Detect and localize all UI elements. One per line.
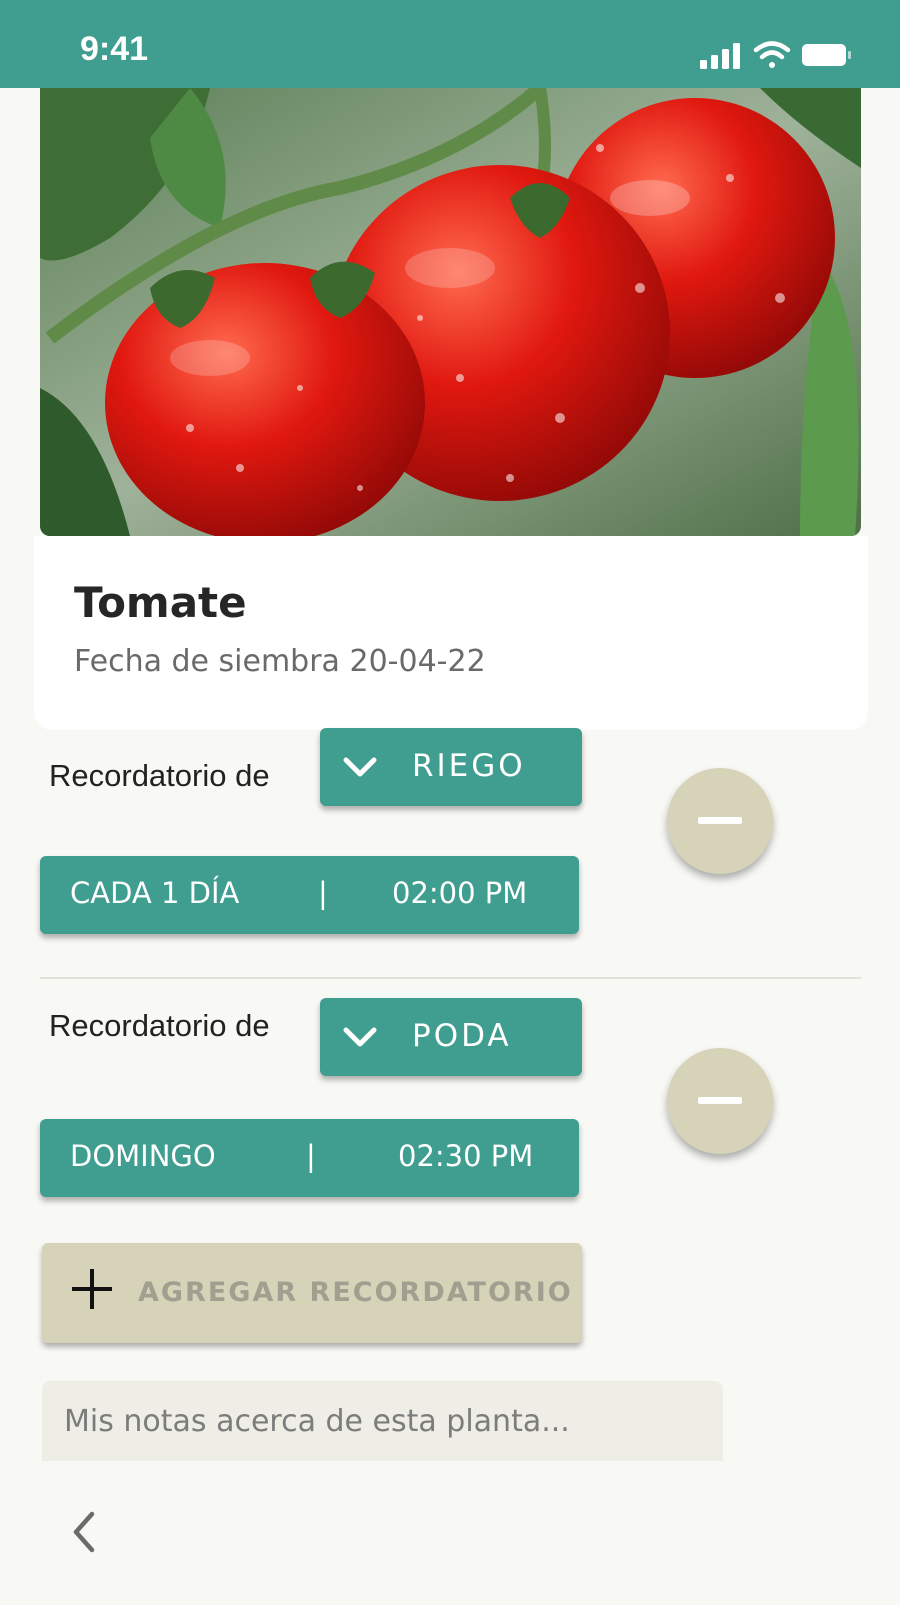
signal-icon bbox=[700, 43, 740, 69]
wifi-icon bbox=[753, 41, 791, 68]
schedule-separator: | bbox=[318, 876, 328, 910]
chevron-down-icon bbox=[343, 757, 377, 777]
status-bar: 9:41 bbox=[0, 0, 900, 88]
sow-date: Fecha de siembra 20-04-22 bbox=[74, 644, 486, 679]
status-icons bbox=[656, 38, 856, 72]
reminder-schedule[interactable]: DOMINGO | 02:30 PM bbox=[40, 1119, 579, 1197]
add-reminder-label: AGREGAR RECORDATORIO bbox=[138, 1277, 573, 1308]
reminder-type-label: PODA bbox=[412, 1018, 512, 1054]
reminder-frequency: CADA 1 DÍA bbox=[70, 876, 240, 910]
back-button[interactable] bbox=[66, 1508, 106, 1556]
plant-photo bbox=[40, 88, 861, 536]
reminder-type-label: RIEGO bbox=[412, 748, 526, 784]
plant-name: Tomate bbox=[74, 578, 247, 627]
status-time: 9:41 bbox=[80, 30, 149, 68]
chevron-down-icon bbox=[343, 1027, 377, 1047]
minus-icon bbox=[698, 1097, 742, 1104]
minus-icon bbox=[698, 817, 742, 824]
back-arrow-icon bbox=[73, 1511, 95, 1553]
plus-icon bbox=[72, 1269, 112, 1309]
remove-reminder-button[interactable] bbox=[667, 1048, 773, 1154]
reminder-label: Recordatorio de bbox=[49, 758, 270, 793]
reminder-label: Recordatorio de bbox=[49, 1008, 270, 1043]
divider bbox=[40, 977, 861, 979]
reminder-time: 02:00 PM bbox=[392, 876, 528, 910]
notes-input[interactable] bbox=[42, 1381, 723, 1461]
reminder-type-dropdown[interactable]: PODA bbox=[320, 998, 582, 1076]
reminder-schedule[interactable]: CADA 1 DÍA | 02:00 PM bbox=[40, 856, 579, 934]
plant-info-card: Tomate Fecha de siembra 20-04-22 bbox=[34, 536, 868, 730]
reminder-time: 02:30 PM bbox=[398, 1139, 534, 1173]
remove-reminder-button[interactable] bbox=[667, 768, 773, 874]
schedule-separator: | bbox=[306, 1139, 316, 1173]
reminder-frequency: DOMINGO bbox=[70, 1139, 216, 1173]
battery-icon bbox=[802, 44, 851, 66]
reminder-type-dropdown[interactable]: RIEGO bbox=[320, 728, 582, 806]
add-reminder-button[interactable]: AGREGAR RECORDATORIO bbox=[42, 1243, 582, 1343]
